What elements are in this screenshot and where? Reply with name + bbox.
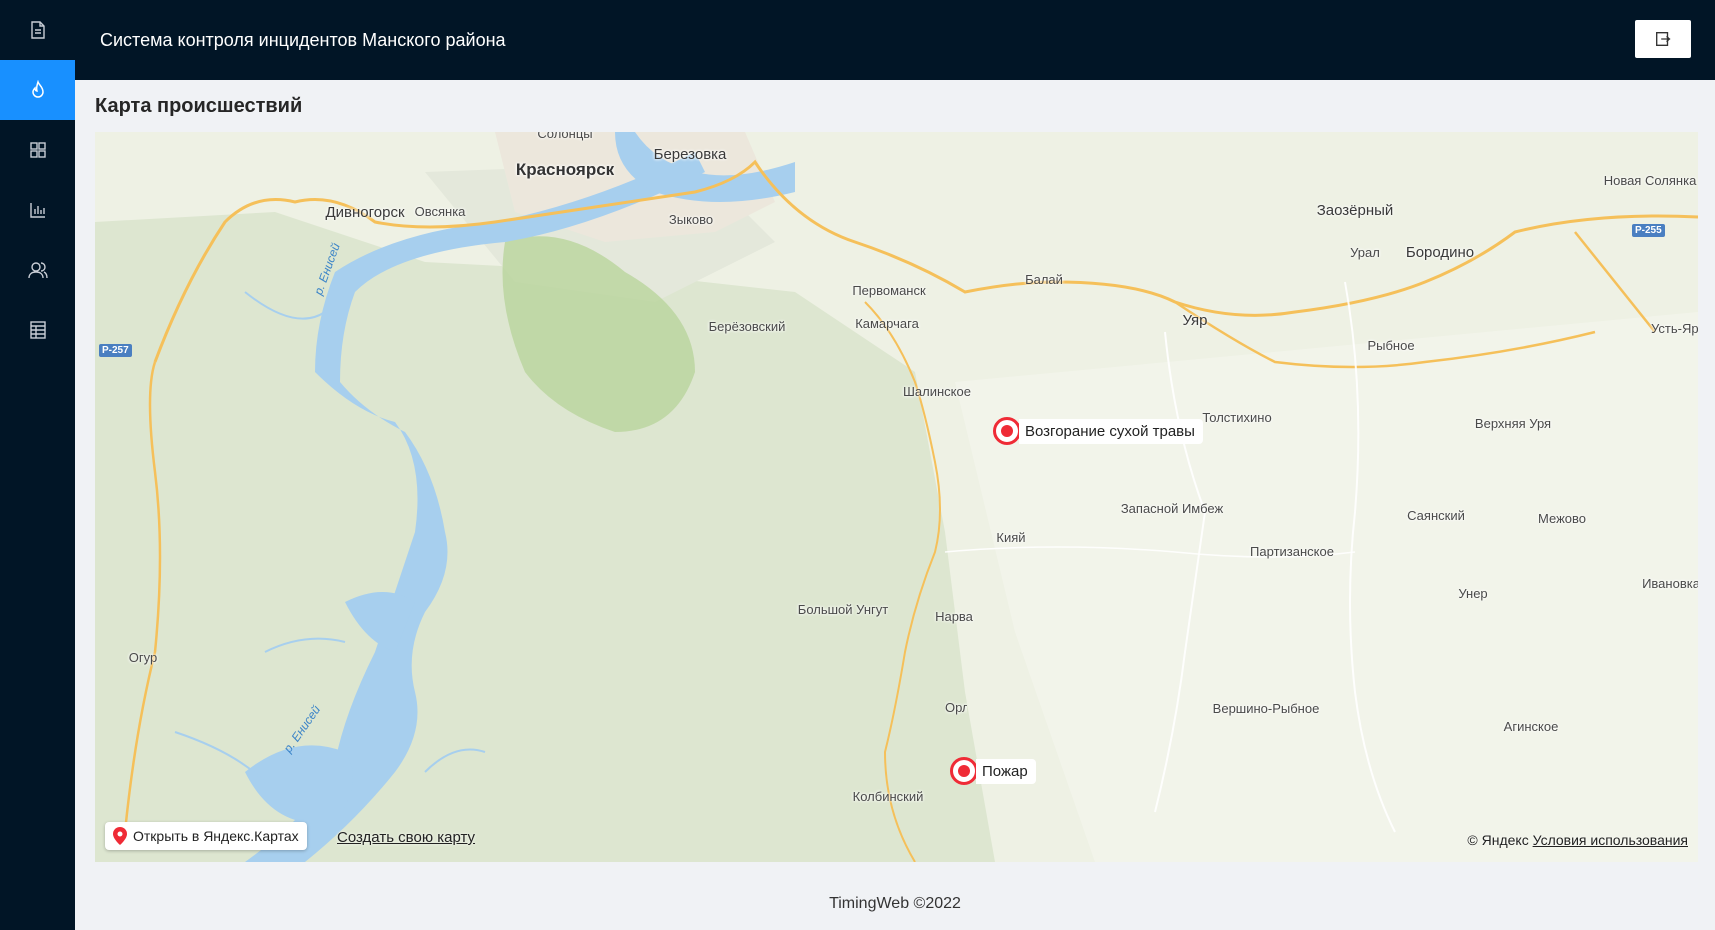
sidebar-item-reports[interactable] [0, 300, 75, 360]
dashboard-icon [29, 142, 46, 158]
incident-pin-icon [993, 417, 1021, 445]
document-icon [30, 21, 45, 39]
town-label: Ивановка [1642, 576, 1698, 591]
town-label: Дивногорск [325, 204, 405, 221]
chart-icon [29, 203, 45, 218]
create-map-link[interactable]: Создать свою карту [337, 829, 475, 846]
app-title: Система контроля инцидентов Манского рай… [100, 29, 506, 50]
road-badge: Р-255 [1632, 224, 1665, 237]
town-label: Шалинское [903, 384, 971, 399]
town-label: Огур [128, 650, 158, 665]
town-label: Орловка [945, 700, 967, 715]
town-label: Солонцы [537, 132, 593, 141]
sidebar [0, 0, 75, 930]
open-in-yandex-maps-button[interactable]: Открыть в Яндекс.Картах [105, 822, 307, 850]
fire-icon [31, 80, 44, 98]
town-label: Нарва [935, 609, 973, 624]
sidebar-item-incidents[interactable] [0, 60, 75, 120]
town-label: Усть-Яруль [1651, 321, 1698, 336]
town-label: Запасной Имбеж [1120, 501, 1224, 516]
incident-label: Возгорание сухой травы [1019, 418, 1203, 444]
town-label: Партизанское [1250, 544, 1334, 559]
page-title: Карта происшествий [95, 95, 303, 117]
town-label: Межово [1538, 511, 1586, 526]
users-icon [27, 262, 48, 279]
header: Система контроля инцидентов Манского рай… [75, 0, 1715, 80]
map-pin-icon [113, 827, 127, 845]
town-label: Камарчага [855, 316, 919, 331]
incident-label: Пожар [976, 758, 1036, 784]
copyright-text: © Яндекс [1467, 832, 1529, 848]
town-label: Агинское [1503, 719, 1559, 734]
footer: TimingWeb ©2022 [829, 895, 961, 912]
town-label: Бородино [1405, 244, 1475, 261]
sidebar-item-dashboard[interactable] [0, 120, 75, 180]
incident-marker-fire[interactable]: Пожар [950, 757, 1036, 785]
town-label: Рыбное [1367, 338, 1415, 353]
town-label: Вершино-Рыбное [1212, 701, 1320, 716]
town-label: Овсянка [414, 204, 466, 219]
incident-map[interactable]: Солонцы Красноярск Березовка Дивногорск … [95, 132, 1698, 862]
sidebar-item-users[interactable] [0, 240, 75, 300]
table-icon [29, 321, 46, 339]
town-label: Колбинский [852, 789, 924, 804]
logout-icon [1656, 32, 1671, 46]
open-in-yandex-label: Открыть в Яндекс.Картах [133, 828, 299, 844]
town-label: Толстихино [1202, 410, 1272, 425]
incident-pin-icon [950, 757, 978, 785]
town-label: Первоманск [852, 283, 926, 298]
sidebar-item-statistics[interactable] [0, 180, 75, 240]
logout-button[interactable] [1635, 20, 1691, 58]
town-label: Большой Унгут [797, 602, 889, 617]
town-label: Кияй [996, 530, 1026, 545]
map-copyright: © Яндекс Условия использования [1467, 832, 1688, 848]
content: Карта происшествий Солонцы Красноярск Бе… [75, 80, 1715, 930]
town-label: Уяр [1182, 312, 1208, 329]
town-label: Унер [1458, 586, 1488, 601]
sidebar-item-documents[interactable] [0, 0, 75, 60]
town-label: Новая Солянка [1603, 173, 1697, 188]
town-label: Балай [1025, 272, 1063, 287]
town-label: Зыково [668, 212, 714, 227]
town-label: Верхняя Уря [1474, 416, 1552, 431]
town-label: Березовка [653, 146, 727, 163]
map-background [95, 132, 1698, 862]
town-label: Берёзовский [708, 319, 786, 334]
town-label: Саянский [1407, 508, 1465, 523]
town-label: Заозёрный [1316, 202, 1394, 219]
terms-of-use-link[interactable]: Условия использования [1533, 832, 1688, 848]
town-label: Урал [1350, 245, 1380, 260]
road-badge: Р-257 [99, 344, 132, 357]
town-label: Красноярск [515, 160, 615, 179]
incident-marker-grass-fire[interactable]: Возгорание сухой травы [993, 417, 1203, 445]
